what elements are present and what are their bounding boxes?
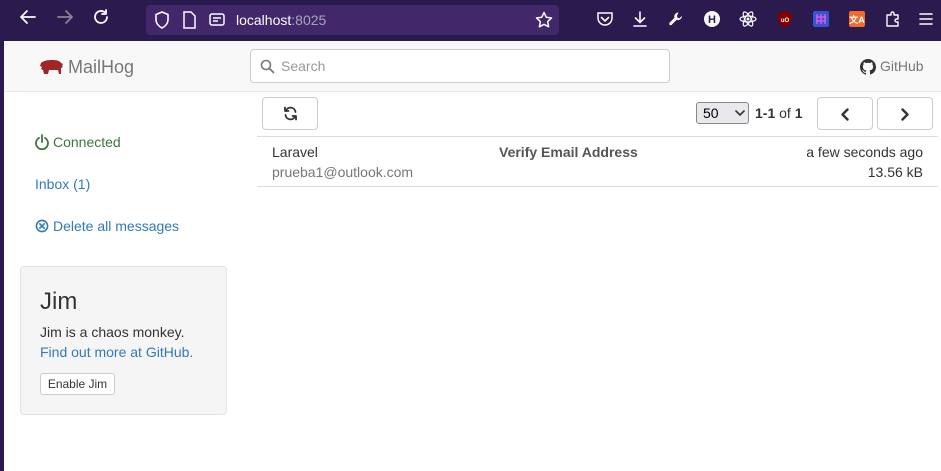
message-size: 13.56 kB [867,164,923,180]
page-range: 1-1 of 1 [755,105,803,121]
chevron-left-icon [841,108,849,121]
search-input[interactable] [281,56,661,76]
bookmark-star-icon[interactable] [535,11,553,29]
page-range-value: 1-1 [755,105,776,121]
enable-jim-button[interactable]: Enable Jim [40,373,115,395]
permissions-icon[interactable] [208,11,226,29]
svg-text:H: H [708,14,716,26]
ublock-icon[interactable]: uO [776,10,796,30]
wrench-icon[interactable] [667,10,687,30]
list-divider-bottom [257,186,938,187]
url-text[interactable]: localhost:8025 [236,12,326,28]
hypothesis-icon[interactable]: H [703,10,723,30]
sidebar-item-inbox[interactable]: Inbox (1) [35,176,90,192]
url-host: localhost [236,12,292,28]
next-page-button[interactable] [877,97,933,130]
remove-circle-icon [35,219,49,233]
page-total-value: 1 [794,105,803,121]
react-devtools-icon[interactable] [739,10,759,30]
window-edge [0,41,4,471]
browser-toolbar: localhost:8025 H uO 文A [0,0,941,41]
extensions-puzzle-icon[interactable] [884,10,904,30]
page-size-value: 50 [703,105,719,121]
extension-grid-icon[interactable] [812,10,832,30]
jim-panel: Jim Jim is a chaos monkey. Find out more… [20,266,227,415]
translate-icon[interactable]: 文A [848,10,868,30]
previous-page-button[interactable] [817,97,873,130]
brand-name: MailHog [68,57,135,77]
github-label: GitHub [880,58,924,74]
back-icon[interactable] [16,8,40,32]
svg-text:文A: 文A [848,14,865,25]
page-size-select[interactable]: 50 [696,102,749,124]
message-subject: Verify Email Address [499,144,638,160]
refresh-button[interactable] [262,97,318,130]
search-icon [260,59,275,74]
page-of-label: of [779,105,791,121]
menu-icon[interactable] [917,10,937,30]
list-divider-top [257,136,938,137]
svg-text:uO: uO [781,18,790,24]
forward-icon[interactable] [53,8,77,32]
shield-icon[interactable] [154,11,172,29]
download-icon[interactable] [631,10,651,30]
pocket-icon[interactable] [596,10,616,30]
inbox-label: Inbox (1) [35,176,91,192]
mailhog-navbar: MailHog GitHub [4,41,941,92]
message-date: a few seconds ago [806,144,923,160]
search-container[interactable] [250,49,670,83]
delete-all-label: Delete all messages [53,218,180,234]
jim-title: Jim [40,288,78,315]
chevron-right-icon [901,108,909,121]
message-from: Laravel [272,144,318,160]
page-icon[interactable] [182,11,200,29]
refresh-icon [284,106,297,121]
address-bar[interactable]: localhost:8025 [146,5,559,35]
jim-description: Jim is a chaos monkey. [40,324,185,340]
power-icon [35,134,49,150]
jim-github-link[interactable]: Find out more at GitHub. [40,344,193,360]
message-to: prueba1@outlook.com [272,164,414,180]
github-icon [860,59,876,75]
chevron-down-icon [735,110,745,117]
url-port: :8025 [291,12,327,28]
pig-logo-icon [40,60,63,74]
connected-label: Connected [53,134,121,150]
reload-icon[interactable] [89,8,113,32]
